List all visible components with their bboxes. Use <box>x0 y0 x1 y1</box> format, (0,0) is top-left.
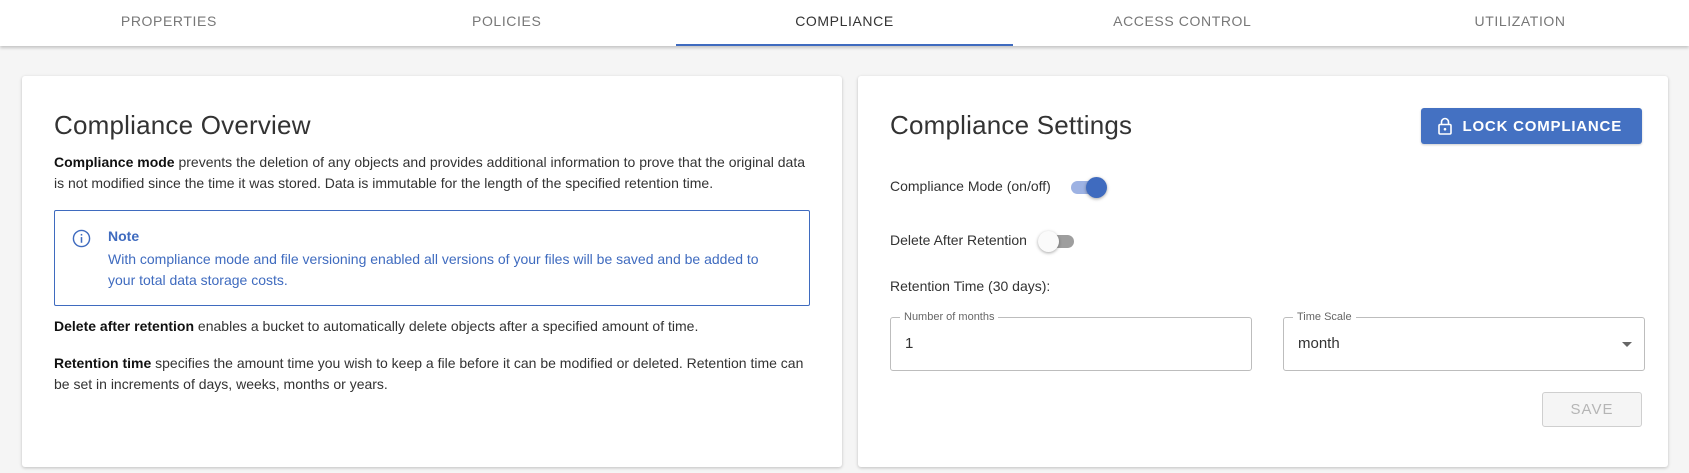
delete-after-text: enables a bucket to automatically delete… <box>194 318 699 334</box>
delete-after-retention-toggle[interactable] <box>1038 230 1076 252</box>
compliance-mode-label: Compliance Mode (on/off) <box>890 178 1051 194</box>
compliance-settings-card: Compliance Settings LOCK COMPLIANCE Comp… <box>858 76 1668 467</box>
tab-policies[interactable]: POLICIES <box>338 0 676 46</box>
time-scale-value: month <box>1298 335 1340 352</box>
compliance-overview-card: Compliance Overview Compliance mode prev… <box>22 76 842 467</box>
tab-compliance[interactable]: COMPLIANCE <box>675 0 1014 46</box>
time-scale-select[interactable]: Time Scale month <box>1283 311 1645 371</box>
tab-bar: PROPERTIES POLICIES COMPLIANCE ACCESS CO… <box>0 0 1689 46</box>
lock-compliance-button[interactable]: LOCK COMPLIANCE <box>1420 108 1642 144</box>
info-icon <box>72 229 91 248</box>
compliance-mode-description: Compliance mode prevents the deletion of… <box>54 152 814 194</box>
note-title: Note <box>108 228 140 244</box>
tab-utilization[interactable]: UTILIZATION <box>1351 0 1689 46</box>
retention-time-term: Retention time <box>54 355 152 371</box>
settings-title: Compliance Settings <box>890 110 1133 140</box>
number-of-months-value: 1 <box>905 335 914 352</box>
chevron-down-icon <box>1622 342 1632 347</box>
delete-after-term: Delete after retention <box>54 318 195 334</box>
number-of-months-input[interactable]: Number of months 1 <box>890 311 1252 371</box>
save-button[interactable]: SAVE <box>1542 392 1642 427</box>
note-body: With compliance mode and file versioning… <box>108 251 759 288</box>
retention-time-text: specifies the amount time you wish to ke… <box>54 355 804 392</box>
lock-compliance-label: LOCK COMPLIANCE <box>1462 117 1622 135</box>
delete-after-retention-label: Delete After Retention <box>890 232 1027 248</box>
tab-properties[interactable]: PROPERTIES <box>0 0 338 46</box>
tab-access-control[interactable]: ACCESS CONTROL <box>1013 0 1351 46</box>
number-of-months-label: Number of months <box>900 311 999 323</box>
retention-time-label: Retention Time (30 days): <box>890 278 1051 294</box>
toggle-knob <box>1086 177 1107 198</box>
overview-title: Compliance Overview <box>54 110 311 140</box>
compliance-mode-toggle[interactable] <box>1069 176 1107 198</box>
compliance-mode-term: Compliance mode <box>54 154 175 170</box>
delete-after-description: Delete after retention enables a bucket … <box>54 316 814 337</box>
retention-time-description: Retention time specifies the amount time… <box>54 353 814 395</box>
note-box: Note With compliance mode and file versi… <box>54 210 810 306</box>
time-scale-label: Time Scale <box>1293 311 1356 323</box>
lock-icon <box>1437 117 1452 135</box>
toggle-knob <box>1038 231 1059 252</box>
